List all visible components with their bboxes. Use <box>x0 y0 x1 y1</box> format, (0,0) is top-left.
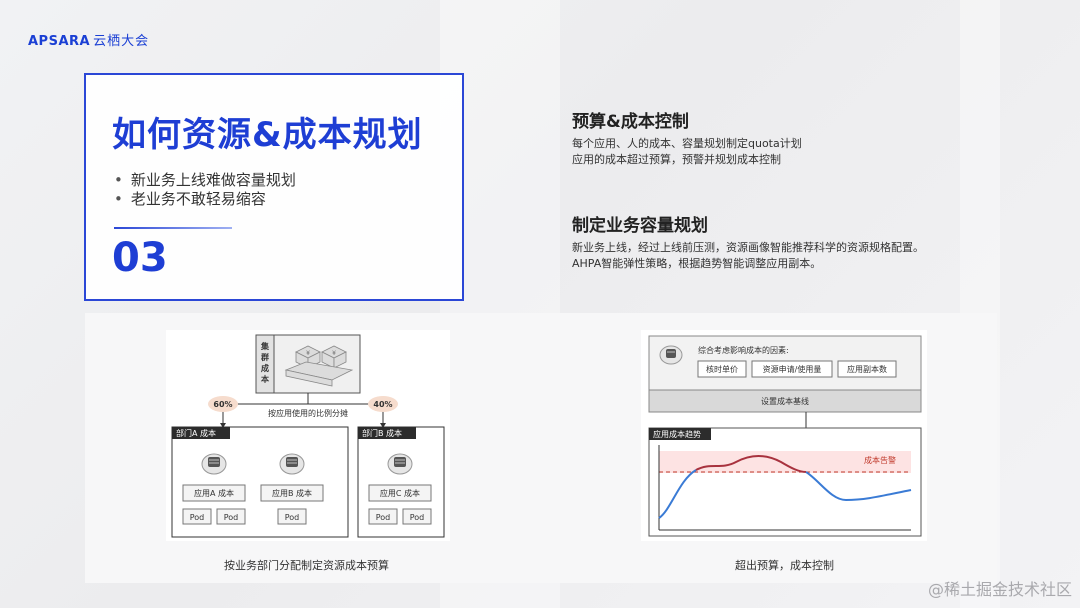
app-b-label: 应用B 成本 <box>272 488 312 498</box>
trend-label: 应用成本趋势 <box>653 429 701 439</box>
page-title: 如何资源&成本规划 <box>112 115 423 155</box>
pct-b-label: 40% <box>373 400 392 409</box>
alert-label: 成本告警 <box>864 455 896 465</box>
baseline-label: 设置成本基线 <box>761 396 809 406</box>
logo-brand: APSARA <box>28 34 91 49</box>
factor-label: 资源申请/使用量 <box>763 364 822 374</box>
cluster-label-1: 集 <box>260 341 270 351</box>
svg-text:¥: ¥ <box>332 350 336 357</box>
database-icon <box>201 453 227 475</box>
section-capacity: 制定业务容量规划 新业务上线，经过上线前压测，资源画像智能推荐科学的资源规格配置… <box>572 211 1012 272</box>
pod-label: Pod <box>376 513 391 522</box>
app-c-label: 应用C 成本 <box>380 488 420 498</box>
apsara-logo: APSARA 云栖大会 <box>28 30 149 49</box>
pod-label: Pod <box>190 513 205 522</box>
trend-box <box>648 427 922 537</box>
section-line: 新业务上线，经过上线前压测，资源画像智能推荐科学的资源规格配置。 <box>572 241 924 254</box>
pct-a-label: 60% <box>213 400 232 409</box>
diagram-panel: 集 群 成 本 ¥ ¥ 60% 40% 按应用使用的比例分摊 部门A 成本 部门… <box>85 313 997 583</box>
title-rule <box>114 227 232 229</box>
pod-label: Pod <box>224 513 239 522</box>
bullet-item: 老业务不敢轻易缩容 <box>114 190 296 209</box>
factor-label: 应用副本数 <box>847 364 887 374</box>
app-a-label: 应用A 成本 <box>194 488 234 498</box>
pod-label: Pod <box>410 513 425 522</box>
section-number: 03 <box>112 235 168 281</box>
title-bullets: 新业务上线难做容量规划 老业务不敢轻易缩容 <box>114 171 296 209</box>
section-budget: 预算&成本控制 每个应用、人的成本、容量规划制定quota计划 应用的成本超过预… <box>572 107 1012 168</box>
database-icon <box>659 345 683 365</box>
database-icon <box>279 453 305 475</box>
svg-text:¥: ¥ <box>306 350 310 357</box>
section-heading: 预算&成本控制 <box>572 112 689 132</box>
dept-b-label: 部门B 成本 <box>362 428 402 438</box>
dept-a-label: 部门A 成本 <box>176 428 216 438</box>
factors-label: 综合考虑影响成本的因素: <box>698 345 789 355</box>
cluster-label-4: 本 <box>260 374 269 384</box>
cost-allocation-diagram: 集 群 成 本 ¥ ¥ 60% 40% 按应用使用的比例分摊 部门A 成本 部门… <box>166 330 450 541</box>
section-line: AHPA智能弹性策略，根据趋势智能调整应用副本。 <box>572 257 822 270</box>
pod-label: Pod <box>285 513 300 522</box>
left-caption: 按业务部门分配制定资源成本预算 <box>224 559 389 572</box>
watermark: @稀土掘金技术社区 <box>927 580 1072 599</box>
database-icon <box>387 453 413 475</box>
bullet-item: 新业务上线难做容量规划 <box>114 171 296 190</box>
section-heading: 制定业务容量规划 <box>572 216 708 236</box>
cost-control-diagram: 综合考虑影响成本的因素: 核时单价 资源申请/使用量 应用副本数 设置成本基线 … <box>641 330 927 541</box>
factor-label: 核时单价 <box>706 364 738 374</box>
section-line: 应用的成本超过预算，预警并规划成本控制 <box>572 153 781 166</box>
split-label: 按应用使用的比例分摊 <box>268 408 348 418</box>
right-caption: 超出预算，成本控制 <box>735 559 834 572</box>
cluster-label-3: 成 <box>261 363 269 373</box>
title-card: 如何资源&成本规划 新业务上线难做容量规划 老业务不敢轻易缩容 03 <box>84 73 464 301</box>
slide: APSARA云栖大会 如何资源&成本规划 新业务上线难做容量规划 老业务不敢轻易… <box>0 0 1080 608</box>
section-line: 每个应用、人的成本、容量规划制定quota计划 <box>572 137 802 150</box>
cluster-label-2: 群 <box>260 352 269 362</box>
logo-cn: 云栖大会 <box>93 34 150 49</box>
